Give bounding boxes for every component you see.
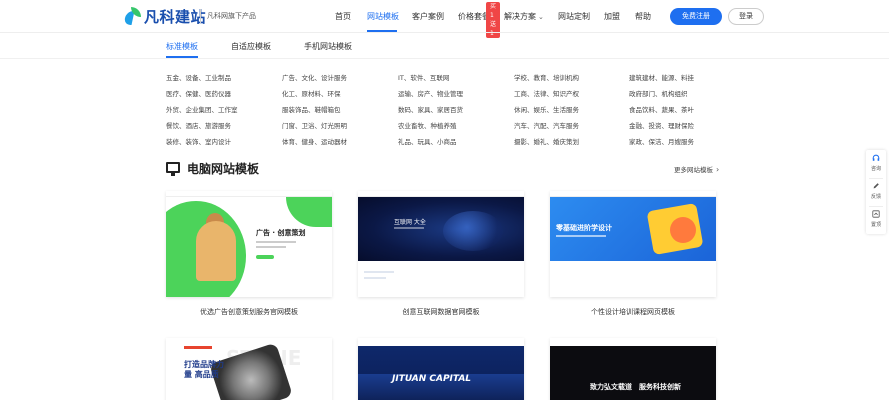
monitor-icon [166, 162, 180, 176]
category-link[interactable]: 建筑建材、能源、料挂 [629, 72, 694, 82]
side-float-panel: 咨询 反馈 置顶 [866, 150, 886, 234]
category-link[interactable]: 学校、教育、培训机构 [514, 72, 579, 82]
category-link[interactable]: 化工、原材料、环保 [282, 88, 341, 98]
banner-text-line [256, 246, 286, 248]
banner-decoration [670, 217, 696, 243]
banner-title: 互联网 大全 [394, 219, 426, 226]
category-link[interactable]: 工商、法律、知识产权 [514, 88, 579, 98]
category-link[interactable]: 礼品、玩具、小商品 [398, 136, 457, 146]
card-browser-bar [550, 338, 716, 346]
side-feedback-label: 反馈 [870, 194, 881, 200]
nav-templates[interactable]: 网站模板 [367, 11, 399, 22]
category-link[interactable]: 休闲、娱乐、生活服务 [514, 104, 579, 114]
nav-cases[interactable]: 客户案例 [412, 11, 444, 22]
category-link[interactable]: 农业畜牧、种植养殖 [398, 120, 457, 130]
tab-standard[interactable]: 标准模板 [166, 41, 198, 52]
logo-mark-icon [123, 7, 141, 25]
template-caption-3[interactable]: 个性设计培训课程网页模板 [550, 307, 716, 317]
category-link[interactable]: 体育、健身、运动器材 [282, 136, 347, 146]
category-link[interactable]: 服装饰品、鞋帽箱包 [282, 104, 341, 114]
tab-responsive[interactable]: 自适应模板 [231, 41, 271, 52]
template-card-6[interactable]: 致力弘文载道 服务科技创新 [550, 338, 716, 400]
side-consult-label: 咨询 [870, 166, 881, 172]
banner-logo [184, 346, 212, 349]
register-button[interactable]: 免费注册 [670, 8, 722, 25]
side-consult[interactable]: 咨询 [866, 150, 886, 178]
banner-title: JITUAN CAPITAL [392, 374, 472, 384]
card-browser-bar [358, 338, 524, 346]
banner-title: 打造品牌力量 高品质 [184, 360, 224, 379]
nav-home[interactable]: 首页 [335, 11, 351, 22]
pencil-icon [873, 183, 879, 189]
banner-title: 致力弘文载道 服务科技创新 [590, 383, 681, 391]
banner-globe [443, 211, 503, 251]
template-card-3[interactable]: 零基础进阶学设计 [550, 191, 716, 297]
card-content [550, 261, 716, 297]
nav-solutions-label: 解决方案 [504, 12, 536, 21]
category-link[interactable]: 摄影、婚礼、婚庆策划 [514, 136, 579, 146]
category-link[interactable]: 金融、投资、理财保险 [629, 120, 694, 130]
category-link[interactable]: 医疗、保健、医药仪器 [166, 88, 231, 98]
banner-title: 零基础进阶学设计 [556, 224, 612, 232]
side-feedback[interactable]: 反馈 [866, 178, 886, 206]
tabs-divider [0, 58, 889, 59]
more-templates-label: 更多网站模板 [674, 166, 713, 174]
login-button[interactable]: 登录 [728, 8, 764, 25]
template-tabs: 标准模板 自适应模板 手机网站模板 [0, 33, 889, 58]
template-card-2[interactable]: 互联网 大全 [358, 191, 524, 297]
category-link[interactable]: 五金、设备、工业制品 [166, 72, 231, 82]
template-card-4[interactable]: STONE 打造品牌力量 高品质 [166, 338, 332, 400]
category-link[interactable]: 食品饮料、蔬果、茶叶 [629, 104, 694, 114]
headset-icon [872, 154, 880, 161]
banner-text-line [256, 241, 296, 243]
banner-button [256, 255, 274, 259]
banner-person [196, 221, 236, 281]
category-link[interactable]: 家政、保洁、月嫂服务 [629, 136, 694, 146]
template-caption-1[interactable]: 优选广告创意策划服务官网模板 [166, 307, 332, 317]
category-link[interactable]: 运输、房产、物业管理 [398, 88, 463, 98]
nav-franchise[interactable]: 加盟 [604, 11, 620, 22]
content-line [364, 271, 394, 273]
nav-solutions[interactable]: 解决方案 ⌄ [504, 11, 544, 22]
template-card-5[interactable]: JITUAN CAPITAL [358, 338, 524, 400]
category-link[interactable]: 政府部门、机构组织 [629, 88, 688, 98]
category-link[interactable]: 汽车、汽配、汽车服务 [514, 120, 579, 130]
logo-subtitle: 凡科网旗下产品 [200, 9, 256, 23]
header: 凡科建站 凡科网旗下产品 首页 网站模板 客户案例 价格套餐 买1送1 解决方案… [0, 0, 889, 38]
template-card-1[interactable]: 广告 · 创意策划 [166, 191, 332, 297]
chevron-down-icon: ⌄ [538, 13, 544, 21]
section-title: 电脑网站模板 [187, 162, 260, 176]
side-top[interactable]: 置顶 [866, 206, 886, 234]
category-link[interactable]: 数码、家具、家居百货 [398, 104, 463, 114]
banner-text-line [394, 227, 424, 229]
tab-mobile[interactable]: 手机网站模板 [304, 41, 352, 52]
template-caption-2[interactable]: 创意互联网数据官网模板 [358, 307, 524, 317]
nav-custom[interactable]: 网站定制 [558, 11, 590, 22]
banner-title: 广告 · 创意策划 [256, 229, 306, 237]
chevron-right-icon: › [716, 165, 720, 174]
category-link[interactable]: IT、软件、互联网 [398, 72, 449, 82]
nav-help[interactable]: 帮助 [635, 11, 651, 22]
logo-text: 凡科建站 [144, 7, 207, 26]
side-top-label: 置顶 [870, 222, 881, 228]
card-content [358, 261, 524, 297]
category-link[interactable]: 餐饮、酒店、旅游服务 [166, 120, 231, 130]
top-icon [872, 210, 880, 218]
category-link[interactable]: 门窗、卫浴、灯光照明 [282, 120, 347, 130]
logo[interactable]: 凡科建站 [123, 6, 207, 26]
more-templates-link[interactable]: 更多网站模板 › [674, 164, 719, 174]
content-line [364, 277, 386, 279]
banner-text-line [556, 235, 606, 237]
card-browser-bar [166, 191, 332, 197]
category-link[interactable]: 装修、装饰、室内设计 [166, 136, 231, 146]
category-link[interactable]: 外贸、企业集团、工作室 [166, 104, 238, 114]
category-link[interactable]: 广告、文化、设计服务 [282, 72, 347, 82]
